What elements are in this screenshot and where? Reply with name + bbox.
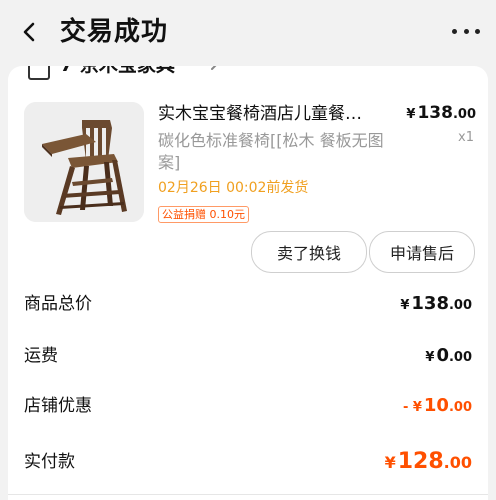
store-discount-label: 店铺优惠: [24, 396, 92, 416]
shipping-currency: ¥: [425, 350, 435, 365]
goods-total-label: 商品总价: [24, 294, 92, 314]
more-dots-icon: [452, 28, 457, 34]
shipping-value: ¥0.00: [425, 342, 472, 372]
store-row[interactable]: 7 京木宝家具: [8, 66, 488, 84]
shipping-decimal: .00: [448, 350, 472, 365]
page-title: 交易成功: [60, 17, 169, 47]
paid-row: 实付款 ¥128.00: [24, 448, 474, 480]
goods-total-decimal: .00: [448, 298, 472, 313]
discount-prefix: - ¥: [402, 400, 422, 415]
sell-button[interactable]: 卖了换钱: [251, 231, 367, 273]
order-detail-page: 交易成功 7 京木宝家具: [0, 0, 496, 500]
store-discount-row: 店铺优惠 - ¥10.00: [24, 392, 474, 424]
product-spec: 碳化色标准餐椅[[松木 餐板无图案]: [158, 131, 384, 172]
more-button[interactable]: [452, 24, 480, 38]
paid-currency: ¥: [384, 453, 396, 472]
product-quantity: x1: [458, 130, 474, 145]
product-title[interactable]: 实木宝宝餐椅酒店儿童餐…: [158, 102, 398, 126]
paid-decimal: .00: [443, 453, 472, 472]
after-sale-button[interactable]: 申请售后: [369, 231, 475, 273]
paid-integer: 128: [397, 449, 444, 474]
more-dot: [475, 28, 480, 34]
shipping-time: 02月26日 00:02前发货: [158, 180, 309, 196]
shipping-integer: 0: [436, 345, 449, 366]
paid-label: 实付款: [24, 452, 75, 472]
discount-decimal: .00: [448, 400, 472, 415]
store-discount-value: - ¥10.00: [403, 392, 472, 422]
top-bar: 交易成功: [0, 0, 496, 64]
paid-value: ¥128.00: [385, 448, 472, 477]
more-dot: [463, 28, 469, 34]
goods-total-row: 商品总价 ¥138.00: [24, 290, 474, 322]
shipping-label: 运费: [24, 346, 58, 366]
divider: [8, 494, 488, 495]
high-chair-image: [24, 102, 144, 222]
price-decimal: .00: [452, 107, 476, 122]
product-price: ¥138.00: [406, 103, 476, 123]
chevron-right-icon: [211, 66, 217, 70]
goods-total-integer: 138: [411, 293, 449, 314]
goods-total-value: ¥138.00: [400, 290, 472, 320]
store-icon: [28, 66, 50, 80]
charity-badge: 公益捐赠 0.10元: [158, 206, 249, 223]
back-button[interactable]: [14, 14, 44, 50]
price-currency: ¥: [406, 107, 416, 122]
order-card: 7 京木宝家具: [8, 66, 488, 500]
product-image[interactable]: [24, 102, 144, 222]
goods-total-currency: ¥: [400, 298, 410, 313]
discount-integer: 10: [423, 395, 449, 416]
shipping-row: 运费 ¥0.00: [24, 342, 474, 374]
store-name[interactable]: 7 京木宝家具: [60, 66, 175, 78]
price-integer: 138: [417, 103, 453, 123]
chevron-left-icon: [23, 22, 35, 42]
